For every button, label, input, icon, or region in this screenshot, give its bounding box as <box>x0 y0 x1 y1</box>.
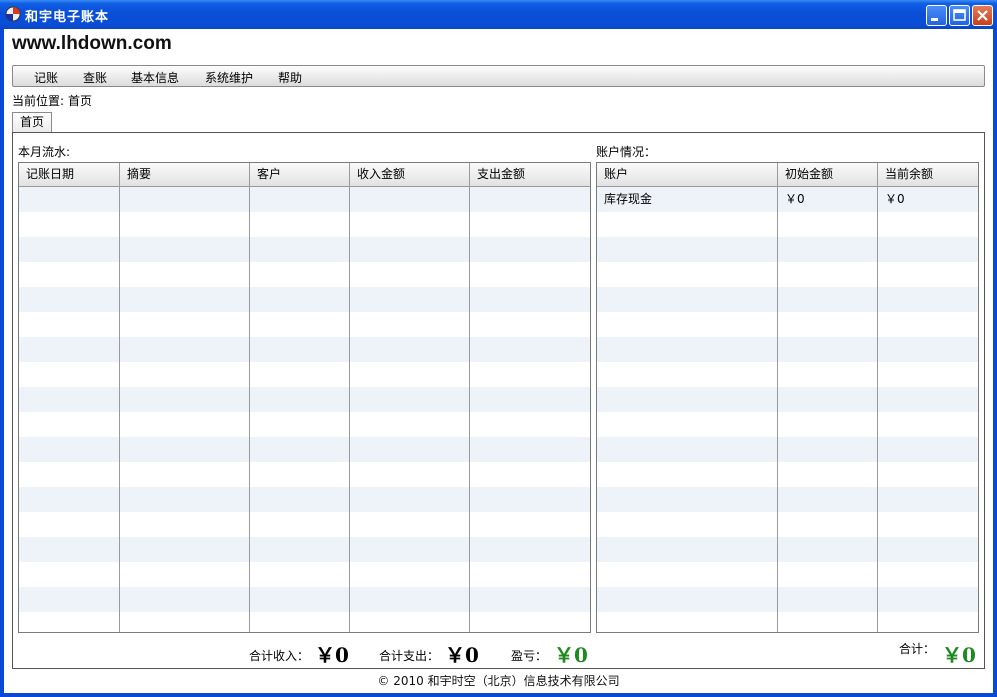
monthly-flow-title: 本月流水: <box>18 145 71 159</box>
table-row[interactable] <box>597 462 978 487</box>
menu-query[interactable]: 查账 <box>83 69 107 86</box>
table-row[interactable] <box>19 287 590 312</box>
col-header-customer[interactable]: 客户 <box>250 163 350 187</box>
table-row[interactable] <box>597 337 978 362</box>
cell-current-balance[interactable]: ￥0 <box>878 187 978 212</box>
account-status-body: 库存现金 ￥0 ￥0 <box>597 187 978 632</box>
title-bar[interactable]: 和宇电子账本 <box>0 0 997 29</box>
table-row[interactable] <box>19 487 590 512</box>
column-divider <box>349 163 350 632</box>
table-row[interactable] <box>19 212 590 237</box>
client-area: www.lhdown.com 记账 查账 基本信息 系统维护 帮助 当前位置: 首… <box>4 29 993 693</box>
col-header-current-balance[interactable]: 当前余额 <box>878 163 978 187</box>
cell-account[interactable]: 库存现金 <box>597 187 777 212</box>
table-row[interactable] <box>19 337 590 362</box>
home-panel: 本月流水: 账户情况： 记账日期 摘要 客户 收入金额 支出金额 库存现金 ￥0… <box>12 132 985 669</box>
total-income-value: ￥0 <box>315 643 349 667</box>
col-header-date[interactable]: 记账日期 <box>19 163 120 187</box>
column-divider <box>249 163 250 632</box>
table-row[interactable] <box>597 512 978 537</box>
table-row[interactable] <box>597 437 978 462</box>
minimize-icon <box>931 18 938 21</box>
table-row[interactable] <box>19 562 590 587</box>
table-row[interactable] <box>19 312 590 337</box>
table-row[interactable] <box>19 537 590 562</box>
table-row[interactable] <box>19 512 590 537</box>
column-divider <box>877 163 878 632</box>
total-expense-label: 合计支出： <box>379 649 440 663</box>
table-row[interactable] <box>597 537 978 562</box>
table-row[interactable] <box>597 262 978 287</box>
account-status-header: 账户 初始金额 当前余额 <box>597 163 978 187</box>
table-row[interactable] <box>597 387 978 412</box>
maximize-icon <box>953 9 966 21</box>
accounts-total-label: 合计： <box>899 642 936 656</box>
table-row[interactable] <box>597 587 978 612</box>
app-window: 和宇电子账本 www.lhdown.com 记账 查账 基本信息 系统维护 帮助… <box>0 0 997 697</box>
table-row[interactable] <box>19 262 590 287</box>
monthly-flow-header: 记账日期 摘要 客户 收入金额 支出金额 <box>19 163 590 187</box>
table-row[interactable] <box>597 287 978 312</box>
account-status-title: 账户情况： <box>596 145 657 159</box>
brand-text: www.lhdown.com <box>12 33 172 54</box>
col-header-initial-amount[interactable]: 初始金额 <box>778 163 878 187</box>
column-divider <box>469 163 470 632</box>
table-row[interactable] <box>19 387 590 412</box>
close-button[interactable] <box>972 5 993 26</box>
menu-basic-info[interactable]: 基本信息 <box>131 69 179 86</box>
breadcrumb-label: 当前位置: <box>12 94 65 108</box>
table-row[interactable] <box>597 412 978 437</box>
total-income-label: 合计收入： <box>249 649 310 663</box>
table-row[interactable] <box>597 212 978 237</box>
app-icon <box>5 6 21 22</box>
table-row[interactable] <box>19 362 590 387</box>
menu-bookkeeping[interactable]: 记账 <box>34 69 58 86</box>
profit-loss-value: ￥0 <box>554 643 588 667</box>
table-row[interactable] <box>597 612 978 632</box>
table-row[interactable] <box>19 462 590 487</box>
monthly-flow-body <box>19 187 590 632</box>
profit-loss-label: 盈亏： <box>511 649 548 663</box>
totals-bar: 合计收入： ￥0 合计支出： ￥0 盈亏： ￥0 合计： ￥0 <box>13 636 984 667</box>
table-row[interactable] <box>597 562 978 587</box>
table-row[interactable] <box>19 412 590 437</box>
menu-help[interactable]: 帮助 <box>278 69 302 86</box>
table-row[interactable] <box>597 487 978 512</box>
account-status-table[interactable]: 库存现金 ￥0 ￥0 账户 初始金额 当前余额 <box>596 162 979 633</box>
col-header-expense[interactable]: 支出金额 <box>470 163 590 187</box>
col-header-summary[interactable]: 摘要 <box>120 163 250 187</box>
table-row[interactable] <box>597 237 978 262</box>
table-row[interactable] <box>19 237 590 262</box>
monthly-flow-table[interactable]: 记账日期 摘要 客户 收入金额 支出金额 <box>18 162 591 633</box>
total-expense-value: ￥0 <box>445 643 479 667</box>
close-icon <box>977 10 988 21</box>
menu-bar: 记账 查账 基本信息 系统维护 帮助 <box>12 65 985 87</box>
table-row[interactable] <box>19 612 590 632</box>
breadcrumb: 当前位置: 首页 <box>12 92 96 109</box>
minimize-button[interactable] <box>926 5 947 26</box>
column-divider <box>777 163 778 632</box>
table-row[interactable] <box>597 312 978 337</box>
table-row[interactable] <box>19 187 590 212</box>
cell-initial-amount[interactable]: ￥0 <box>778 187 878 212</box>
table-row[interactable] <box>19 587 590 612</box>
col-header-income[interactable]: 收入金额 <box>350 163 470 187</box>
maximize-button[interactable] <box>949 5 970 26</box>
breadcrumb-current: 首页 <box>68 94 93 108</box>
col-header-account[interactable]: 账户 <box>597 163 778 187</box>
accounts-total-value: ￥0 <box>942 643 976 667</box>
table-row[interactable] <box>597 362 978 387</box>
menu-system-maintenance[interactable]: 系统维护 <box>205 69 253 86</box>
column-divider <box>119 163 120 632</box>
tab-home[interactable]: 首页 <box>12 112 52 132</box>
table-row[interactable] <box>19 437 590 462</box>
window-title: 和宇电子账本 <box>25 10 110 25</box>
footer-copyright: © 2010 和宇时空（北京）信息技术有限公司 <box>377 674 620 688</box>
